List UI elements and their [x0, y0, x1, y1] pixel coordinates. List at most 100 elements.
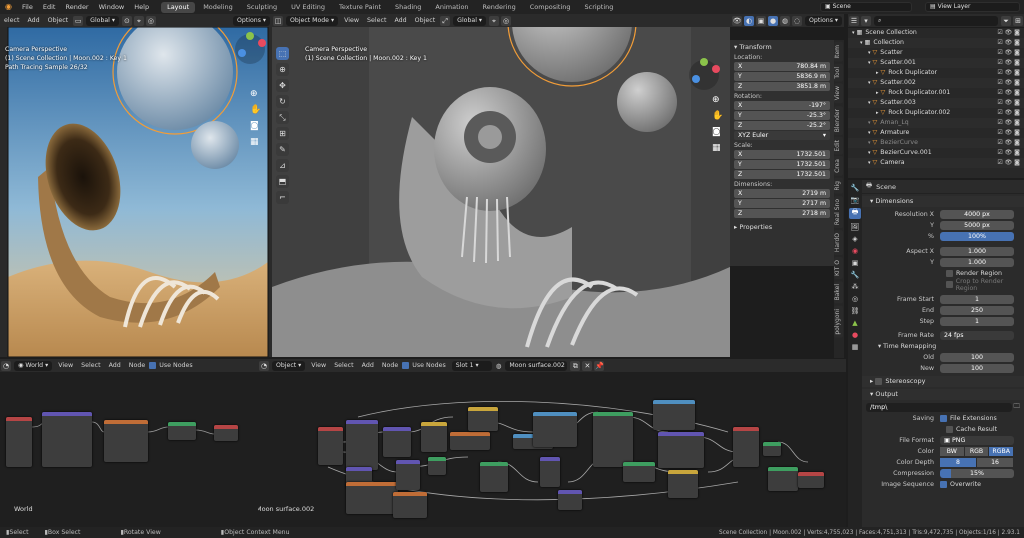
frame-rate-dropdown[interactable]: 24 fps — [940, 331, 1014, 340]
node-world-output[interactable] — [214, 425, 238, 441]
resolution-y-field[interactable]: 5000 px — [940, 221, 1014, 230]
expand-arrow-icon[interactable]: ▸ — [876, 88, 879, 98]
options-dropdown[interactable]: Options ▾ — [233, 15, 270, 26]
time-remapping-header[interactable]: ▾ Time Remapping — [862, 341, 1024, 352]
editor-type-icon[interactable]: ◔ — [1, 360, 11, 371]
visibility-toggles[interactable]: ☑ 👁 ◙ — [997, 68, 1020, 78]
file-format-dropdown[interactable]: ▣ PNG — [940, 436, 1014, 445]
node-color-ramp-3[interactable] — [653, 400, 695, 430]
menu-view[interactable]: View — [307, 359, 330, 372]
rotation-z[interactable]: Z -25.2° — [734, 121, 830, 130]
transform-orientation[interactable]: Global ▾ — [453, 15, 486, 26]
location-y[interactable]: Y 5836.9 m — [734, 72, 830, 81]
old-field[interactable]: 100 — [940, 353, 1014, 362]
node-shader-mix[interactable] — [733, 427, 759, 467]
camera-view-icon[interactable]: ◙ — [712, 127, 723, 137]
tab-bakelab[interactable]: Bakel — [834, 281, 843, 304]
move-tool-icon[interactable]: ✥ — [276, 79, 289, 92]
cache-result-checkbox[interactable] — [946, 426, 953, 433]
menu-object[interactable]: Object — [44, 14, 73, 27]
outliner-row[interactable]: ▾ ▽ Scatter.001 ☑ 👁 ◙ — [848, 58, 1024, 68]
expand-arrow-icon[interactable]: ▸ — [876, 68, 879, 78]
menu-view[interactable]: View — [54, 359, 77, 372]
menu-select[interactable]: Select — [363, 14, 390, 27]
editor-type-icon[interactable]: ◔ — [259, 360, 269, 371]
texture-tab-icon[interactable]: ▦ — [852, 343, 859, 351]
output-path-field[interactable]: /tmp\ — [866, 403, 1012, 412]
material-name-field[interactable]: Moon surface.002 — [505, 360, 568, 371]
node-principled-bsdf[interactable] — [593, 412, 633, 467]
tab-blender[interactable]: Blender — [834, 105, 843, 135]
node-math-3[interactable] — [558, 490, 582, 510]
menu-view[interactable]: View — [340, 14, 363, 27]
world-tab-icon[interactable]: ◉ — [852, 247, 858, 255]
add-cube-tool-icon[interactable]: ⬒ — [276, 175, 289, 188]
scale-x[interactable]: X 1732.501 — [734, 150, 830, 159]
menu-add[interactable]: Add — [390, 14, 410, 27]
menu-edit[interactable]: Edit — [38, 0, 61, 14]
dimensions-x[interactable]: X 2719 m — [734, 189, 830, 198]
tab-tool[interactable]: Tool — [834, 63, 843, 82]
outliner-row[interactable]: ▾ ▦ Scene Collection ☑ 👁 ◙ — [848, 28, 1024, 38]
dimensions-panel-header[interactable]: ▾ Dimensions — [862, 196, 1024, 207]
measure-tool-icon[interactable]: ⊿ — [276, 159, 289, 172]
rotation-y[interactable]: Y -25.3° — [734, 111, 830, 120]
visibility-toggles[interactable]: ☑ 👁 ◙ — [997, 58, 1020, 68]
crop-region-row[interactable]: Crop to Render Region — [862, 278, 1024, 292]
outliner-row[interactable]: ▾ ▽ BezierCurve ☑ 👁 ◙ — [848, 138, 1024, 148]
scale-z[interactable]: Z 1732.501 — [734, 170, 830, 179]
stereoscopy-panel-header[interactable]: ▸ Stereoscopy — [862, 376, 1024, 387]
color-bw-option[interactable]: BW — [940, 447, 964, 456]
visibility-toggles[interactable]: ☑ 👁 ◙ — [997, 48, 1020, 58]
menu-object[interactable]: Object — [411, 14, 440, 27]
dimensions-y[interactable]: Y 2717 m — [734, 199, 830, 208]
menu-window[interactable]: Window — [94, 0, 130, 14]
new-collection-icon[interactable]: ⊞ — [1013, 15, 1023, 26]
camera-view-icon[interactable]: ◙ — [250, 121, 261, 131]
color-rgba-option[interactable]: RGBA — [989, 447, 1014, 456]
tab-create[interactable]: Crea — [834, 156, 843, 177]
node-mapping[interactable] — [346, 420, 378, 470]
visibility-toggles[interactable]: ☑ 👁 ◙ — [997, 118, 1020, 128]
aspect-y-field[interactable]: 1.000 — [940, 258, 1014, 267]
crop-region-checkbox[interactable] — [946, 281, 953, 288]
rotation-mode-dropdown[interactable]: XYZ Euler ▾ — [734, 131, 830, 140]
modifier-tab-icon[interactable]: 🔧 — [851, 271, 860, 279]
rotate-tool-icon[interactable]: ↻ — [276, 95, 289, 108]
viewport-right[interactable]: Camera Perspective (1) Scene Collection … — [272, 27, 730, 357]
tab-polygoniq[interactable]: polygoni — [834, 305, 843, 338]
menu-file[interactable]: File — [17, 0, 38, 14]
unlink-icon[interactable]: ✕ — [582, 360, 593, 371]
editor-type-icon[interactable]: ◫ — [273, 15, 283, 26]
expand-arrow-icon[interactable]: ▾ — [868, 48, 871, 58]
cursor-tool-icon[interactable]: ⊕ — [276, 63, 289, 76]
select-box-icon[interactable]: ▭ — [73, 15, 84, 26]
tab-scripting[interactable]: Scripting — [579, 2, 620, 13]
options-dropdown[interactable]: Options ▾ — [805, 15, 842, 26]
node-bump[interactable] — [540, 457, 560, 487]
visibility-toggles[interactable]: ☑ 👁 ◙ — [997, 88, 1020, 98]
material-tab-icon[interactable]: ● — [852, 331, 858, 339]
particles-tab-icon[interactable]: ⁂ — [852, 283, 859, 291]
transform-panel-header[interactable]: ▾ Transform — [734, 42, 830, 53]
solid-shading-icon[interactable]: ● — [768, 15, 779, 26]
editor-type-icon[interactable]: ☰ — [849, 15, 859, 26]
xray-icon[interactable]: ▣ — [756, 15, 767, 26]
outliner-row[interactable]: ▾ ▽ Scatter.003 ☑ 👁 ◙ — [848, 98, 1024, 108]
node-displacement[interactable] — [658, 432, 704, 468]
outliner-row[interactable]: ▾ ▽ BezierCurve.001 ☑ 👁 ◙ — [848, 148, 1024, 158]
node-noise[interactable] — [346, 482, 398, 514]
node-texture-coordinate[interactable] — [6, 417, 32, 467]
expand-arrow-icon[interactable]: ▾ — [868, 58, 871, 68]
tab-item[interactable]: Item — [834, 42, 843, 62]
zoom-icon[interactable]: ⊕ — [712, 95, 723, 105]
node-editor-left[interactable]: World — [0, 372, 258, 527]
blender-logo-icon[interactable]: ◉ — [0, 0, 17, 14]
transform-orientation[interactable]: Global ▾ — [86, 15, 119, 26]
menu-add[interactable]: Add — [358, 359, 378, 372]
expand-arrow-icon[interactable]: ▸ — [876, 108, 879, 118]
node-background[interactable] — [168, 422, 196, 440]
aspect-x-field[interactable]: 1.000 — [940, 247, 1014, 256]
mode-selector[interactable]: Object Mode ▾ — [286, 15, 339, 26]
render-tab-icon[interactable]: 📷 — [851, 196, 860, 204]
